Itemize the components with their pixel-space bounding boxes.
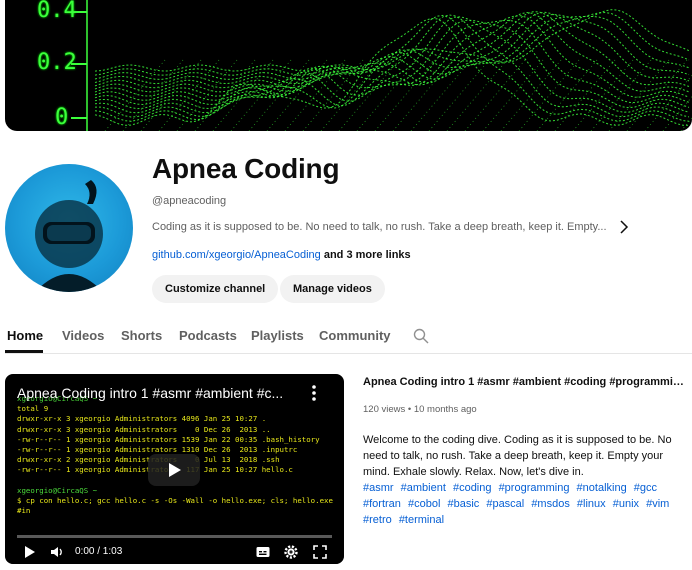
hashtag-link[interactable]: #asmr bbox=[363, 482, 394, 494]
tab-home[interactable]: Home bbox=[7, 328, 43, 343]
tab-podcasts[interactable]: Podcasts bbox=[179, 328, 237, 343]
channel-description[interactable]: Coding as it is supposed to be. No need … bbox=[152, 221, 622, 233]
video-tags: #asmr #ambient #coding #programming #not… bbox=[363, 480, 685, 528]
channel-name: Apnea Coding bbox=[152, 153, 340, 184]
more-vert-icon[interactable] bbox=[305, 383, 323, 403]
player-title[interactable]: Apnea Coding intro 1 #asmr #ambient #c..… bbox=[17, 385, 297, 401]
terminal-line: total 9 bbox=[17, 404, 49, 414]
player-controls: 0:00 / 1:03 bbox=[5, 540, 344, 564]
hashtag-link[interactable]: #cobol bbox=[408, 498, 440, 510]
channel-avatar[interactable] bbox=[5, 164, 133, 292]
hashtag-link[interactable]: #pascal bbox=[486, 498, 524, 510]
terminal-line: drwxr-xr-x 3 xgeorgio Administrators 0 D… bbox=[17, 424, 271, 434]
tab-community[interactable]: Community bbox=[319, 328, 391, 343]
hashtag-link[interactable]: #fortran bbox=[363, 498, 401, 510]
tab-shorts[interactable]: Shorts bbox=[121, 328, 162, 343]
banner-axis-label: 0.4 bbox=[37, 0, 77, 23]
fullscreen-icon[interactable] bbox=[312, 544, 328, 560]
manage-videos-button[interactable]: Manage videos bbox=[280, 275, 385, 303]
tab-playlists[interactable]: Playlists bbox=[251, 328, 304, 343]
hashtag-link[interactable]: #vim bbox=[646, 498, 669, 510]
terminal-line: -rw-r--r-- 1 xgeorgio Administrators 153… bbox=[17, 434, 320, 444]
hashtag-link[interactable]: #gcc bbox=[634, 482, 657, 494]
hashtag-link[interactable]: #unix bbox=[613, 498, 639, 510]
banner-axis-label: 0 bbox=[55, 105, 69, 130]
hashtag-link[interactable]: #programming bbox=[499, 482, 570, 494]
hashtag-link[interactable]: #msdos bbox=[531, 498, 570, 510]
video-description: Welcome to the coding dive. Coding as it… bbox=[363, 434, 672, 478]
video-title[interactable]: Apnea Coding intro 1 #asmr #ambient #cod… bbox=[363, 376, 685, 388]
time-display: 0:00 / 1:03 bbox=[75, 546, 123, 557]
volume-icon[interactable] bbox=[49, 544, 65, 560]
channel-banner: 0.4 0.2 0 bbox=[5, 0, 692, 131]
hashtag-link[interactable]: #linux bbox=[577, 498, 606, 510]
captions-icon[interactable] bbox=[255, 544, 271, 560]
hashtag-link[interactable]: #notalking bbox=[577, 482, 627, 494]
search-icon[interactable] bbox=[413, 328, 429, 344]
tab-videos[interactable]: Videos bbox=[62, 328, 104, 343]
terminal-line: xgeorgio@CircaQS ~ bbox=[17, 485, 98, 495]
channel-handle: @apneacoding bbox=[152, 195, 227, 207]
gear-icon[interactable] bbox=[283, 544, 299, 560]
channel-link[interactable]: github.com/xgeorgio/ApneaCoding bbox=[152, 249, 321, 261]
channel-links: github.com/xgeorgio/ApneaCoding and 3 mo… bbox=[152, 249, 411, 261]
play-icon[interactable] bbox=[21, 544, 37, 560]
hashtag-link[interactable]: #basic bbox=[447, 498, 479, 510]
play-icon bbox=[169, 463, 181, 477]
banner-plot-art bbox=[71, 0, 692, 131]
play-button-large[interactable] bbox=[148, 454, 200, 486]
terminal-line: #in bbox=[17, 506, 31, 516]
more-links-button[interactable]: and 3 more links bbox=[324, 249, 411, 261]
diver-avatar-image bbox=[35, 180, 103, 292]
video-player[interactable]: xgeorgio@CircaQS ~ total 9 drwxr-xr-x 3 xg… bbox=[5, 374, 344, 564]
channel-tabs: Home Videos Shorts Podcasts Playlists Co… bbox=[5, 321, 692, 354]
active-tab-indicator bbox=[5, 350, 43, 353]
hashtag-link[interactable]: #ambient bbox=[401, 482, 446, 494]
hashtag-link[interactable]: #retro bbox=[363, 514, 392, 526]
video-meta: 120 views • 10 months ago bbox=[363, 404, 477, 415]
hashtag-link[interactable]: #terminal bbox=[399, 514, 444, 526]
terminal-line: drwxr-xr-x 3 xgeorgio Administrators 409… bbox=[17, 414, 267, 424]
progress-bar[interactable] bbox=[17, 535, 332, 538]
customize-channel-button[interactable]: Customize channel bbox=[152, 275, 279, 303]
terminal-line: $ cp con hello.c; gcc hello.c -s -Os -Wa… bbox=[17, 496, 333, 506]
banner-axis-label: 0.2 bbox=[37, 50, 77, 75]
chevron-right-icon[interactable] bbox=[614, 217, 634, 237]
hashtag-link[interactable]: #coding bbox=[453, 482, 492, 494]
